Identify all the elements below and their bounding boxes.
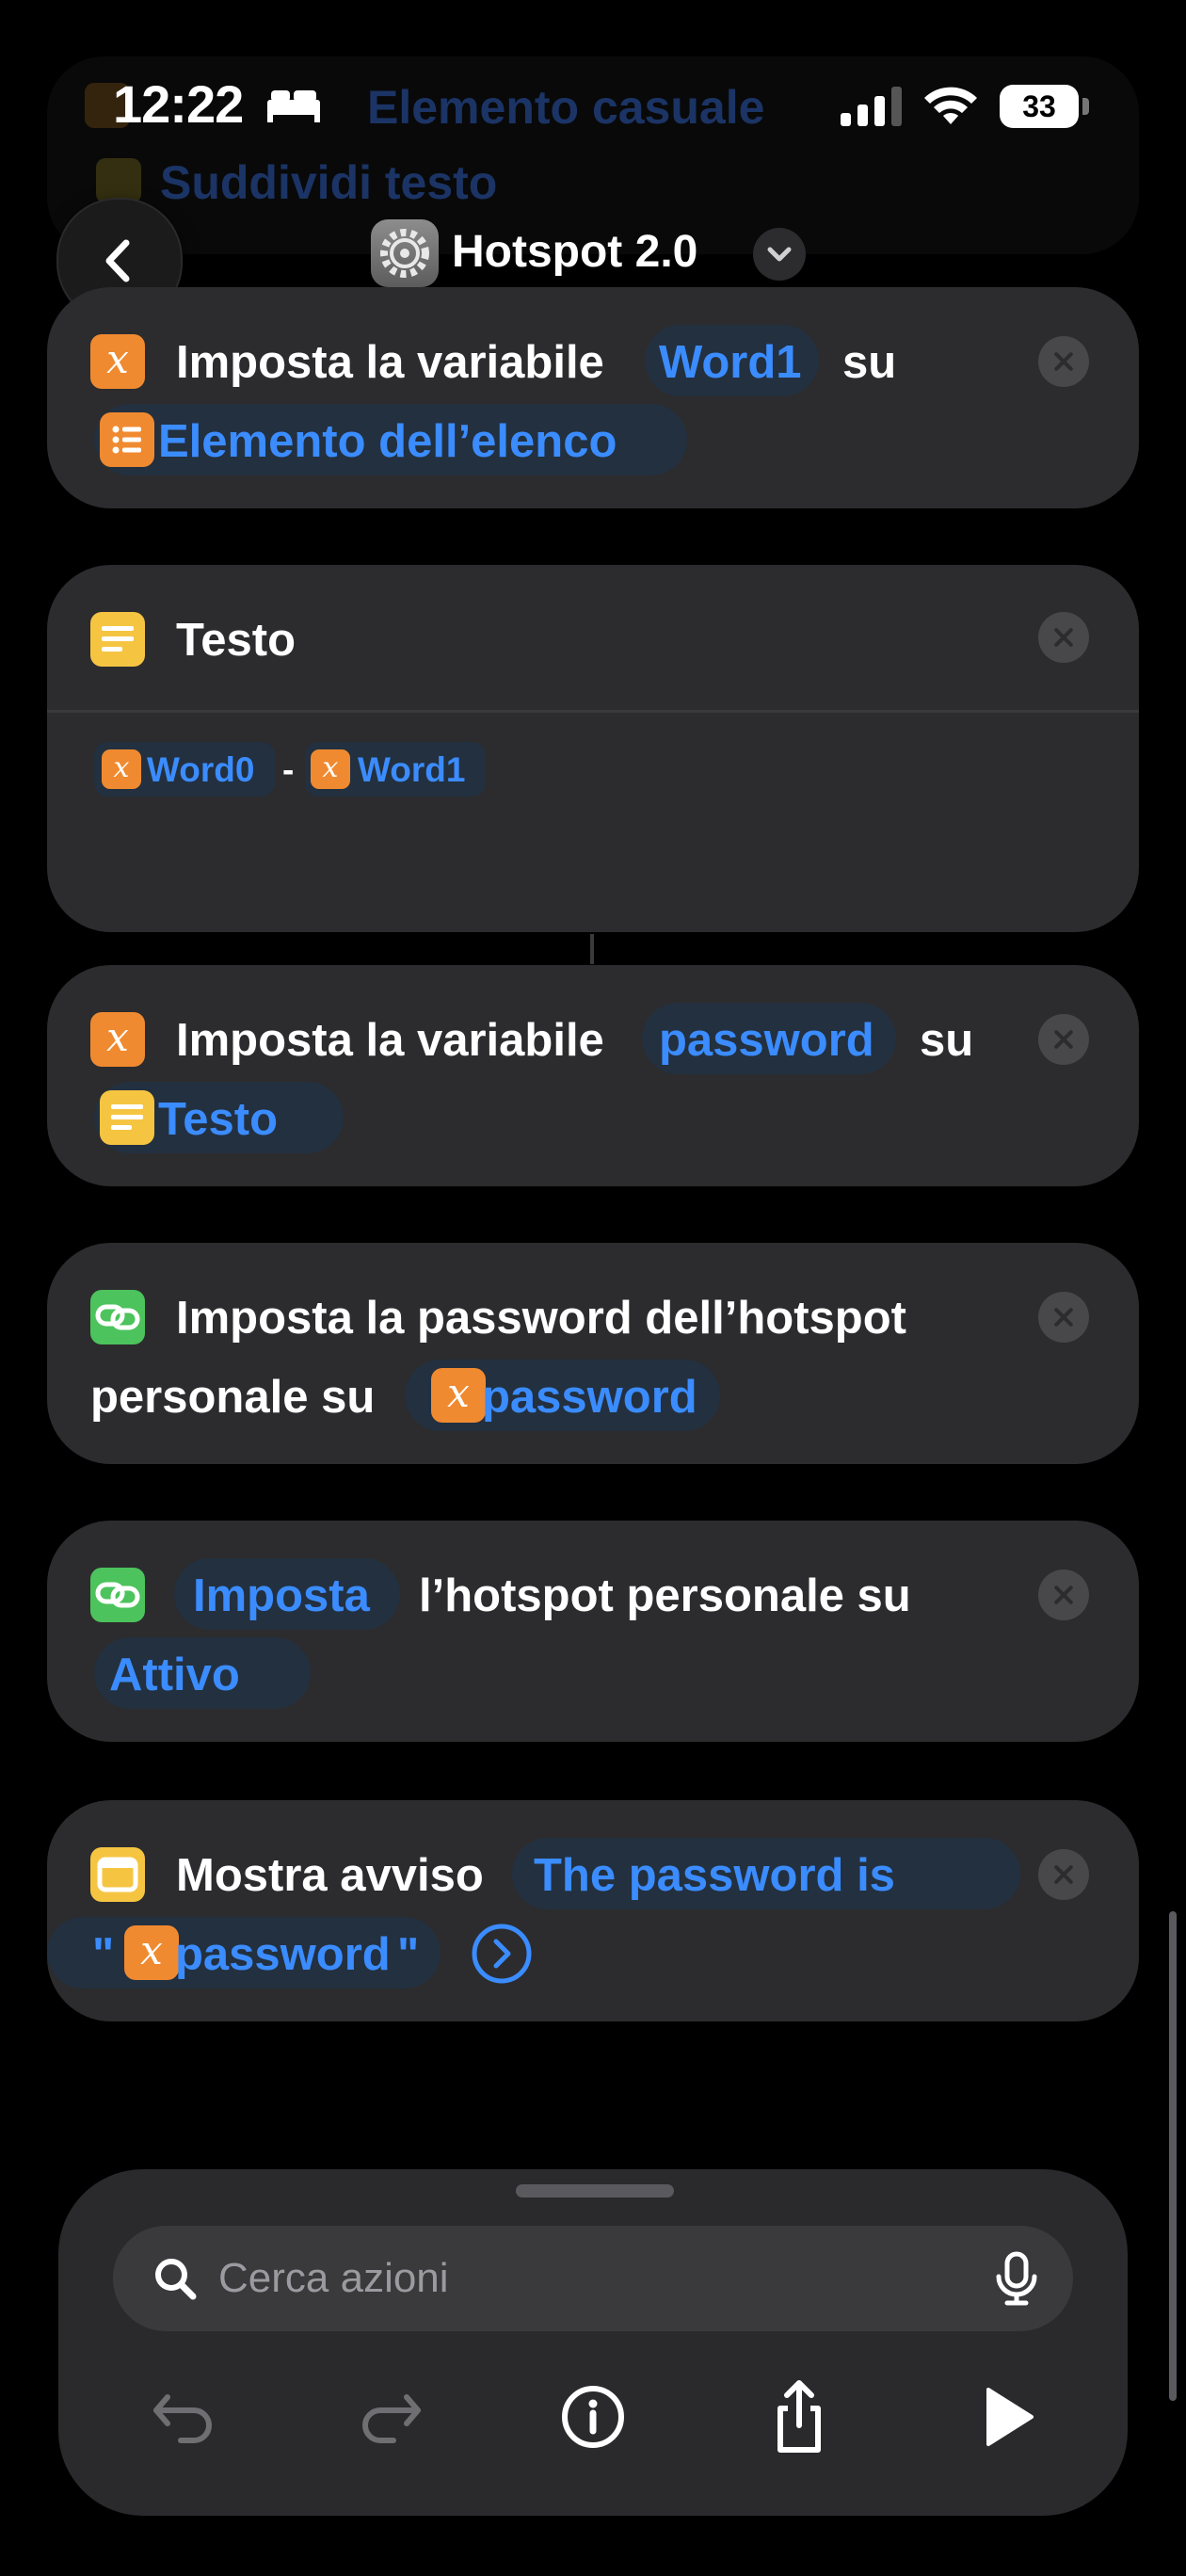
remove-action-button[interactable] xyxy=(1038,1292,1089,1343)
action-label: Imposta la variabile xyxy=(176,337,604,388)
variable-icon: x xyxy=(431,1368,486,1423)
link-icon xyxy=(90,1290,145,1344)
variable-icon: x xyxy=(90,1012,145,1067)
search-field[interactable] xyxy=(113,2226,1073,2331)
connector-label: su xyxy=(842,337,897,388)
action-label: Mostra avviso xyxy=(176,1850,484,1901)
search-icon xyxy=(155,2259,197,2300)
cellular-signal-icon xyxy=(841,87,902,126)
token-word0-label: Word0 xyxy=(147,750,255,789)
connector-label: su xyxy=(920,1015,974,1066)
undo-icon[interactable] xyxy=(141,2375,226,2459)
action-set-hotspot-password[interactable]: Imposta la password dell’hotspot persona… xyxy=(47,1243,1139,1464)
chevron-right-circle-icon[interactable] xyxy=(471,1923,533,1985)
value-text: Testo xyxy=(158,1094,279,1145)
search-input[interactable] xyxy=(216,2246,973,2310)
action-label-line-1: Imposta la password dell’hotspot xyxy=(176,1293,906,1344)
value-text: password xyxy=(482,1372,697,1423)
alert-icon xyxy=(90,1847,145,1902)
ghost-line-1: Elemento casuale xyxy=(367,81,765,134)
redo-icon[interactable] xyxy=(348,2375,433,2459)
action-search-panel xyxy=(58,2169,1128,2516)
quote-open: " xyxy=(92,1929,115,1980)
action-set-variable-password[interactable]: x Imposta la variabile password su Testo xyxy=(47,965,1139,1186)
status-time: 12:22 xyxy=(113,74,244,134)
remove-action-button[interactable] xyxy=(1038,1014,1089,1065)
remove-action-button[interactable] xyxy=(1038,1570,1089,1620)
play-icon[interactable] xyxy=(964,2375,1049,2459)
variable-icon: x xyxy=(102,749,141,789)
share-icon[interactable] xyxy=(757,2375,841,2459)
battery-icon: 33 xyxy=(1000,85,1090,130)
action-label-line-2: personale su xyxy=(90,1372,376,1423)
variable-icon: x xyxy=(311,749,350,789)
action-set-variable-word1[interactable]: x Imposta la variabile Word1 su Elemento… xyxy=(47,287,1139,508)
action-text[interactable]: Testo x Word0 - x Word1 xyxy=(47,565,1139,932)
divider xyxy=(47,710,1139,713)
shortcut-title[interactable]: Hotspot 2.0 xyxy=(452,226,697,278)
bed-icon xyxy=(267,90,320,122)
wifi-icon xyxy=(924,87,977,124)
link-icon xyxy=(90,1568,145,1622)
text-icon xyxy=(100,1090,154,1145)
value-text: Elemento dell’elenco xyxy=(158,416,617,467)
quote-close: " xyxy=(397,1929,420,1980)
list-icon xyxy=(100,412,154,467)
action-label: l’hotspot personale su xyxy=(419,1570,911,1621)
value-text: Attivo xyxy=(109,1650,240,1700)
gear-icon xyxy=(371,219,439,287)
flow-connector xyxy=(590,934,594,964)
separator-text: - xyxy=(282,750,295,789)
remove-action-button[interactable] xyxy=(1038,336,1089,387)
ghost-icon xyxy=(96,158,141,203)
chevron-left-icon xyxy=(105,239,130,282)
info-icon[interactable] xyxy=(551,2375,635,2459)
panel-grabber[interactable] xyxy=(516,2184,674,2198)
microphone-icon[interactable] xyxy=(988,2250,1045,2307)
action-set-hotspot-state[interactable]: Imposta l’hotspot personale su Attivo xyxy=(47,1521,1139,1742)
variable-name: password xyxy=(659,1015,874,1066)
variable-name: Word1 xyxy=(659,337,802,388)
message-text: The password is xyxy=(534,1850,895,1901)
message-variable: password xyxy=(175,1929,391,1980)
remove-action-button[interactable] xyxy=(1038,612,1089,663)
remove-action-button[interactable] xyxy=(1038,1849,1089,1900)
token-word1-label: Word1 xyxy=(358,750,466,789)
text-icon xyxy=(90,612,145,667)
action-show-alert[interactable]: Mostra avviso The password is " x passwo… xyxy=(47,1800,1139,2021)
action-label: Imposta la variabile xyxy=(176,1015,604,1066)
ghost-line-2: Suddividi testo xyxy=(160,156,498,209)
title-menu-button[interactable] xyxy=(753,228,806,281)
variable-icon: x xyxy=(124,1925,179,1980)
variable-icon: x xyxy=(90,334,145,389)
action-verb: Imposta xyxy=(193,1570,370,1621)
scrollbar[interactable] xyxy=(1169,1911,1177,2401)
battery-level: 33 xyxy=(1000,85,1079,128)
chevron-down-icon xyxy=(767,247,792,262)
action-title: Testo xyxy=(176,615,296,666)
